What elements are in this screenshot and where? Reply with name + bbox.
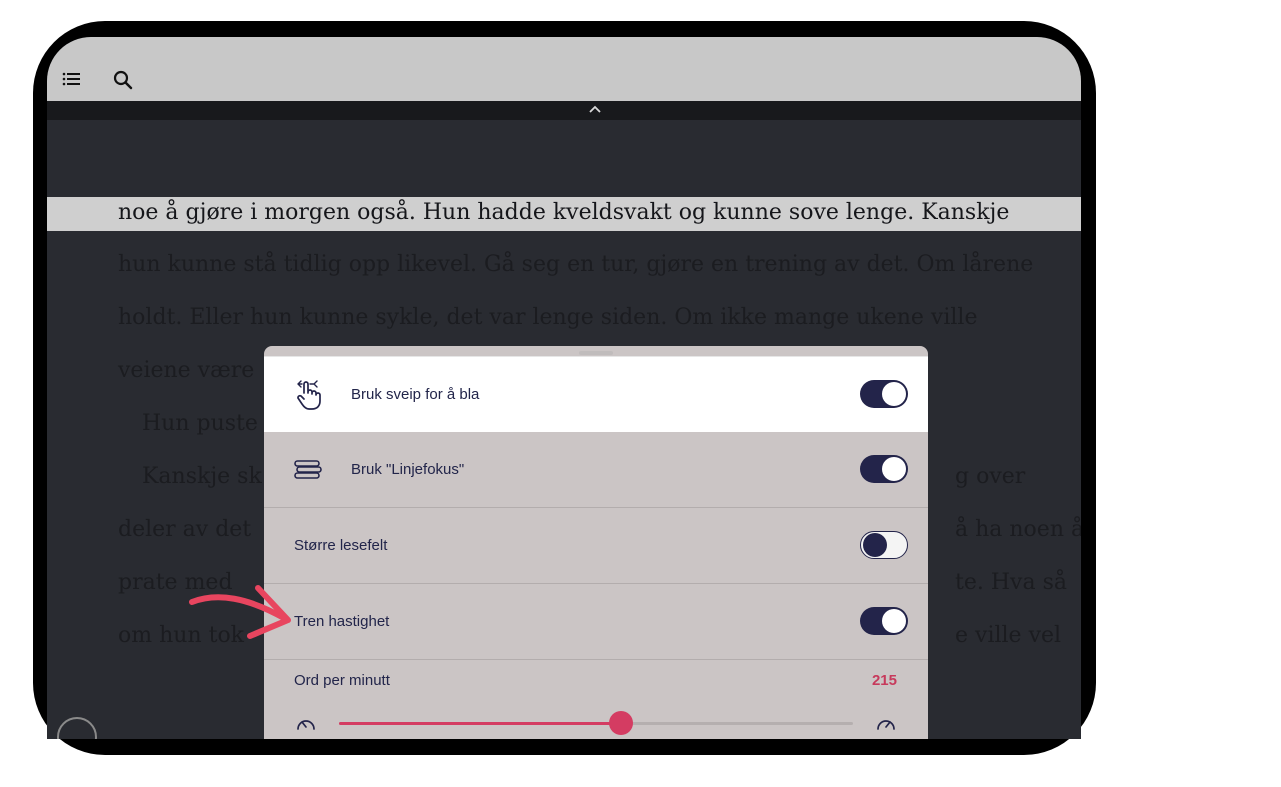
text-line: e ville vel <box>955 623 1062 648</box>
setting-row-train-speed: Tren hastighet <box>264 584 928 660</box>
wpm-slider-fill <box>339 722 622 725</box>
text-line: Hun puste <box>142 411 258 436</box>
wpm-value: 215 <box>871 672 897 689</box>
swipe-hand-icon <box>297 380 321 410</box>
wpm-slider-track[interactable] <box>339 711 853 735</box>
setting-label: Større lesefelt <box>294 537 388 554</box>
setting-row-larger-field: Større lesefelt <box>264 508 928 584</box>
wpm-label: Ord per minutt <box>294 672 390 689</box>
collapse-strip <box>47 101 1081 120</box>
text-line: Kanskje sk <box>142 464 262 489</box>
setting-label: Bruk sveip for å bla <box>351 386 480 403</box>
chevron-up-icon[interactable] <box>588 103 602 115</box>
line-focus-icon <box>294 460 322 479</box>
text-line: g over <box>955 464 1026 489</box>
setting-row-swipe: Bruk sveip for å bla <box>264 356 928 432</box>
settings-sheet: Bruk sveip for å bla Bruk "Linjefokus" S… <box>264 346 928 739</box>
swipe-toggle[interactable] <box>860 380 908 408</box>
linefocus-toggle[interactable] <box>860 455 908 483</box>
fast-gauge-icon[interactable] <box>875 713 897 735</box>
drag-handle[interactable] <box>579 351 613 355</box>
search-icon[interactable] <box>111 68 135 92</box>
setting-row-linefocus: Bruk "Linjefokus" <box>264 432 928 508</box>
larger-field-toggle[interactable] <box>860 531 908 559</box>
train-speed-toggle[interactable] <box>860 607 908 635</box>
text-line: deler av det <box>118 517 252 542</box>
setting-label: Tren hastighet <box>294 613 390 630</box>
text-line: te. Hva så <box>955 570 1067 595</box>
slow-gauge-icon[interactable] <box>295 713 317 735</box>
top-toolbar <box>47 37 1081 101</box>
text-line: veiene være <box>118 358 255 383</box>
text-line: å ha noen å <box>955 517 1081 542</box>
wpm-slider-thumb[interactable] <box>609 711 634 735</box>
setting-label: Bruk "Linjefokus" <box>351 461 465 478</box>
text-line: hun kunne stå tidlig opp likevel. Gå seg… <box>118 252 1034 277</box>
line-focus-highlight: noe å gjøre i morgen også. Hun hadde kve… <box>47 197 1081 231</box>
text-line: holdt. Eller hun kunne sykle, det var le… <box>118 305 978 330</box>
annotation-arrow <box>189 585 291 639</box>
list-icon[interactable] <box>60 68 84 92</box>
focused-text-line: noe å gjøre i morgen også. Hun hadde kve… <box>118 200 1010 225</box>
